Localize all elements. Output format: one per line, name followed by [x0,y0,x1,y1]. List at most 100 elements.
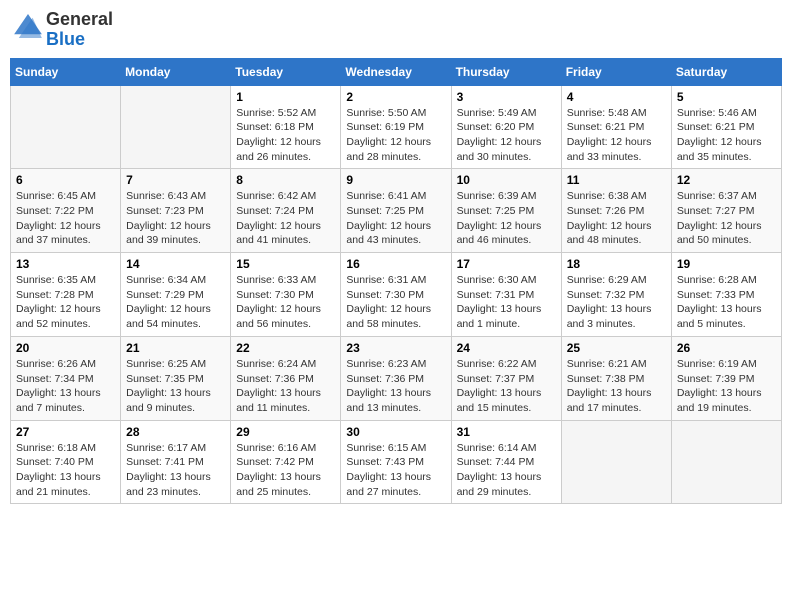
day-number: 20 [16,341,115,355]
dow-header-wednesday: Wednesday [341,58,451,85]
day-info: Sunrise: 6:33 AM Sunset: 7:30 PM Dayligh… [236,273,335,332]
day-info: Sunrise: 6:25 AM Sunset: 7:35 PM Dayligh… [126,357,225,416]
day-info: Sunrise: 6:41 AM Sunset: 7:25 PM Dayligh… [346,189,445,248]
day-info: Sunrise: 6:19 AM Sunset: 7:39 PM Dayligh… [677,357,776,416]
calendar-cell: 30 Sunrise: 6:15 AM Sunset: 7:43 PM Dayli… [341,420,451,504]
day-info: Sunrise: 6:37 AM Sunset: 7:27 PM Dayligh… [677,189,776,248]
calendar-cell: 7Sunrise: 6:43 AM Sunset: 7:23 PM Daylig… [121,169,231,253]
day-number: 30 [346,425,445,439]
day-number: 18 [567,257,666,271]
dow-header-sunday: Sunday [11,58,121,85]
calendar-cell: 29 Sunrise: 6:16 AM Sunset: 7:42 PM Dayli… [231,420,341,504]
calendar-cell: 4 Sunrise: 5:48 AM Sunset: 6:21 PM Daylig… [561,85,671,169]
day-number: 2 [346,90,445,104]
days-of-week-row: SundayMondayTuesdayWednesdayThursdayFrid… [11,58,782,85]
dow-header-friday: Friday [561,58,671,85]
week-row-2: 6 Sunrise: 6:45 AM Sunset: 7:22 PM Daylig… [11,169,782,253]
calendar-cell: 16Sunrise: 6:31 AM Sunset: 7:30 PM Dayli… [341,253,451,337]
calendar-cell: 8Sunrise: 6:42 AM Sunset: 7:24 PM Daylig… [231,169,341,253]
calendar-cell: 2 Sunrise: 5:50 AM Sunset: 6:19 PM Daylig… [341,85,451,169]
day-info: Sunrise: 6:16 AM Sunset: 7:42 PM Dayligh… [236,441,335,500]
calendar-cell: 12 Sunrise: 6:37 AM Sunset: 7:27 PM Dayli… [671,169,781,253]
day-info: Sunrise: 6:38 AM Sunset: 7:26 PM Dayligh… [567,189,666,248]
calendar-cell: 22 Sunrise: 6:24 AM Sunset: 7:36 PM Dayli… [231,336,341,420]
logo-icon [14,14,42,38]
day-number: 21 [126,341,225,355]
day-info: Sunrise: 5:46 AM Sunset: 6:21 PM Dayligh… [677,106,776,165]
calendar-cell: 21 Sunrise: 6:25 AM Sunset: 7:35 PM Dayli… [121,336,231,420]
day-number: 10 [457,173,556,187]
day-info: Sunrise: 6:14 AM Sunset: 7:44 PM Dayligh… [457,441,556,500]
calendar-cell: 15Sunrise: 6:33 AM Sunset: 7:30 PM Dayli… [231,253,341,337]
calendar-cell: 31 Sunrise: 6:14 AM Sunset: 7:44 PM Dayli… [451,420,561,504]
dow-header-tuesday: Tuesday [231,58,341,85]
day-info: Sunrise: 6:28 AM Sunset: 7:33 PM Dayligh… [677,273,776,332]
day-number: 12 [677,173,776,187]
calendar-cell: 5Sunrise: 5:46 AM Sunset: 6:21 PM Daylig… [671,85,781,169]
calendar-cell: 28 Sunrise: 6:17 AM Sunset: 7:41 PM Dayli… [121,420,231,504]
dow-header-saturday: Saturday [671,58,781,85]
day-info: Sunrise: 6:42 AM Sunset: 7:24 PM Dayligh… [236,189,335,248]
calendar-cell [671,420,781,504]
calendar-cell: 10Sunrise: 6:39 AM Sunset: 7:25 PM Dayli… [451,169,561,253]
calendar-cell: 14 Sunrise: 6:34 AM Sunset: 7:29 PM Dayli… [121,253,231,337]
day-info: Sunrise: 5:52 AM Sunset: 6:18 PM Dayligh… [236,106,335,165]
logo: GeneralBlue [14,10,113,50]
calendar-cell: 27 Sunrise: 6:18 AM Sunset: 7:40 PM Dayli… [11,420,121,504]
day-number: 7 [126,173,225,187]
calendar-cell: 6 Sunrise: 6:45 AM Sunset: 7:22 PM Daylig… [11,169,121,253]
calendar-cell: 17 Sunrise: 6:30 AM Sunset: 7:31 PM Dayli… [451,253,561,337]
calendar-cell: 11 Sunrise: 6:38 AM Sunset: 7:26 PM Dayli… [561,169,671,253]
dow-header-monday: Monday [121,58,231,85]
day-number: 24 [457,341,556,355]
day-info: Sunrise: 6:22 AM Sunset: 7:37 PM Dayligh… [457,357,556,416]
day-info: Sunrise: 6:45 AM Sunset: 7:22 PM Dayligh… [16,189,115,248]
day-info: Sunrise: 5:48 AM Sunset: 6:21 PM Dayligh… [567,106,666,165]
calendar-cell [121,85,231,169]
day-info: Sunrise: 6:17 AM Sunset: 7:41 PM Dayligh… [126,441,225,500]
calendar-cell: 26Sunrise: 6:19 AM Sunset: 7:39 PM Dayli… [671,336,781,420]
day-number: 6 [16,173,115,187]
day-number: 28 [126,425,225,439]
calendar-cell: 23Sunrise: 6:23 AM Sunset: 7:36 PM Dayli… [341,336,451,420]
day-number: 4 [567,90,666,104]
day-info: Sunrise: 6:35 AM Sunset: 7:28 PM Dayligh… [16,273,115,332]
logo-text: GeneralBlue [46,10,113,50]
day-number: 1 [236,90,335,104]
day-number: 17 [457,257,556,271]
day-number: 31 [457,425,556,439]
calendar-cell [11,85,121,169]
day-info: Sunrise: 6:30 AM Sunset: 7:31 PM Dayligh… [457,273,556,332]
day-number: 11 [567,173,666,187]
week-row-4: 20Sunrise: 6:26 AM Sunset: 7:34 PM Dayli… [11,336,782,420]
day-number: 27 [16,425,115,439]
day-info: Sunrise: 6:31 AM Sunset: 7:30 PM Dayligh… [346,273,445,332]
day-info: Sunrise: 5:49 AM Sunset: 6:20 PM Dayligh… [457,106,556,165]
day-number: 9 [346,173,445,187]
calendar-cell: 19 Sunrise: 6:28 AM Sunset: 7:33 PM Dayli… [671,253,781,337]
day-number: 29 [236,425,335,439]
day-info: Sunrise: 6:34 AM Sunset: 7:29 PM Dayligh… [126,273,225,332]
day-info: Sunrise: 6:18 AM Sunset: 7:40 PM Dayligh… [16,441,115,500]
calendar-body: 1 Sunrise: 5:52 AM Sunset: 6:18 PM Daylig… [11,85,782,504]
calendar-cell [561,420,671,504]
day-info: Sunrise: 6:24 AM Sunset: 7:36 PM Dayligh… [236,357,335,416]
calendar-cell: 24 Sunrise: 6:22 AM Sunset: 7:37 PM Dayli… [451,336,561,420]
day-info: Sunrise: 6:23 AM Sunset: 7:36 PM Dayligh… [346,357,445,416]
day-number: 19 [677,257,776,271]
day-number: 22 [236,341,335,355]
calendar-cell: 13 Sunrise: 6:35 AM Sunset: 7:28 PM Dayli… [11,253,121,337]
day-number: 13 [16,257,115,271]
day-info: Sunrise: 6:15 AM Sunset: 7:43 PM Dayligh… [346,441,445,500]
week-row-5: 27 Sunrise: 6:18 AM Sunset: 7:40 PM Dayli… [11,420,782,504]
calendar-cell: 1 Sunrise: 5:52 AM Sunset: 6:18 PM Daylig… [231,85,341,169]
calendar-cell: 3Sunrise: 5:49 AM Sunset: 6:20 PM Daylig… [451,85,561,169]
calendar-cell: 9 Sunrise: 6:41 AM Sunset: 7:25 PM Daylig… [341,169,451,253]
day-number: 14 [126,257,225,271]
day-number: 25 [567,341,666,355]
calendar-cell: 20Sunrise: 6:26 AM Sunset: 7:34 PM Dayli… [11,336,121,420]
day-info: Sunrise: 6:29 AM Sunset: 7:32 PM Dayligh… [567,273,666,332]
page-header: GeneralBlue [10,10,782,50]
day-info: Sunrise: 5:50 AM Sunset: 6:19 PM Dayligh… [346,106,445,165]
calendar-cell: 18 Sunrise: 6:29 AM Sunset: 7:32 PM Dayli… [561,253,671,337]
